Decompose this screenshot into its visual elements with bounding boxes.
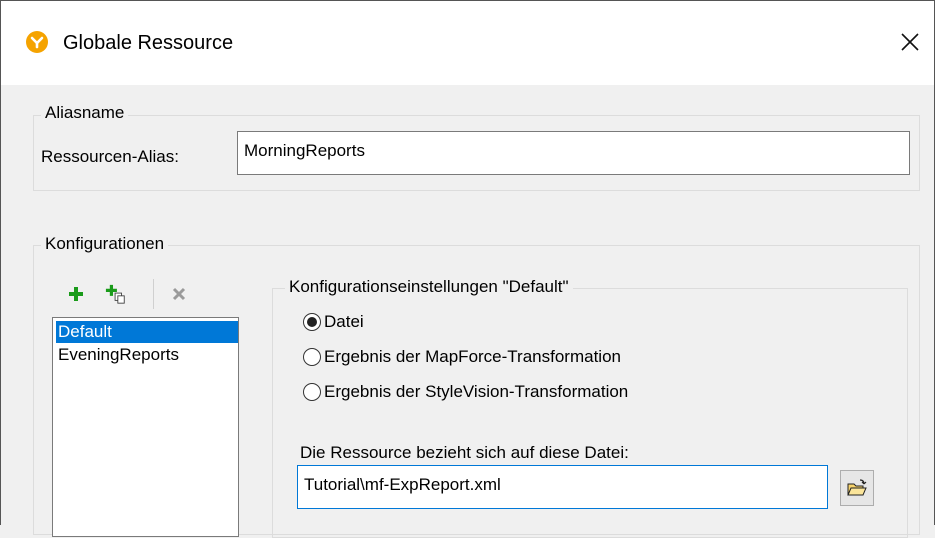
dialog-window: Globale Ressource Aliasname Ressourcen-A… [0, 0, 935, 538]
radio-stylevision-result[interactable]: Ergebnis der StyleVision-Transformation [303, 382, 628, 402]
file-path-input[interactable]: Tutorial\mf-ExpReport.xml [297, 465, 828, 509]
altova-logo-icon [26, 31, 48, 53]
add-copy-configuration-button[interactable] [105, 283, 127, 305]
toolbar-separator [153, 279, 154, 309]
radio-datei[interactable]: Datei [303, 312, 364, 332]
close-icon [901, 33, 919, 51]
delete-icon [172, 287, 186, 301]
browse-file-button[interactable] [840, 470, 874, 506]
list-item-label: Default [58, 322, 112, 341]
radio-unchecked-icon [303, 383, 321, 401]
close-button[interactable] [895, 27, 925, 57]
add-icon [69, 287, 83, 301]
radio-unchecked-icon [303, 348, 321, 366]
radio-checked-icon [303, 313, 321, 331]
radio-stylevision-label: Ergebnis der StyleVision-Transformation [324, 382, 629, 401]
radio-mapforce-result[interactable]: Ergebnis der MapForce-Transformation [303, 347, 621, 367]
radio-mapforce-label: Ergebnis der MapForce-Transformation [324, 347, 621, 366]
window-title: Globale Ressource [63, 32, 234, 54]
alias-group-legend: Aliasname [41, 103, 129, 123]
resource-alias-input[interactable]: MorningReports [237, 131, 910, 175]
add-configuration-button[interactable] [65, 283, 87, 305]
delete-configuration-button[interactable] [168, 283, 190, 305]
list-item-label: EveningReports [58, 345, 179, 364]
configuration-settings-legend: Konfigurationseinstellungen "Default" [285, 277, 573, 297]
configurations-list[interactable]: Default EveningReports [52, 317, 239, 537]
add-copy-icon [105, 284, 125, 304]
list-item-eveningreports[interactable]: EveningReports [56, 344, 179, 366]
list-item-default[interactable]: Default [56, 321, 238, 343]
configurations-group-legend: Konfigurationen [41, 234, 169, 254]
radio-datei-label: Datei [324, 312, 364, 331]
file-reference-label: Die Ressource bezieht sich auf diese Dat… [300, 443, 629, 462]
resource-alias-label: Ressourcen-Alias: [41, 147, 179, 166]
open-folder-icon [847, 479, 867, 496]
title-bar: Globale Ressource [1, 1, 934, 85]
